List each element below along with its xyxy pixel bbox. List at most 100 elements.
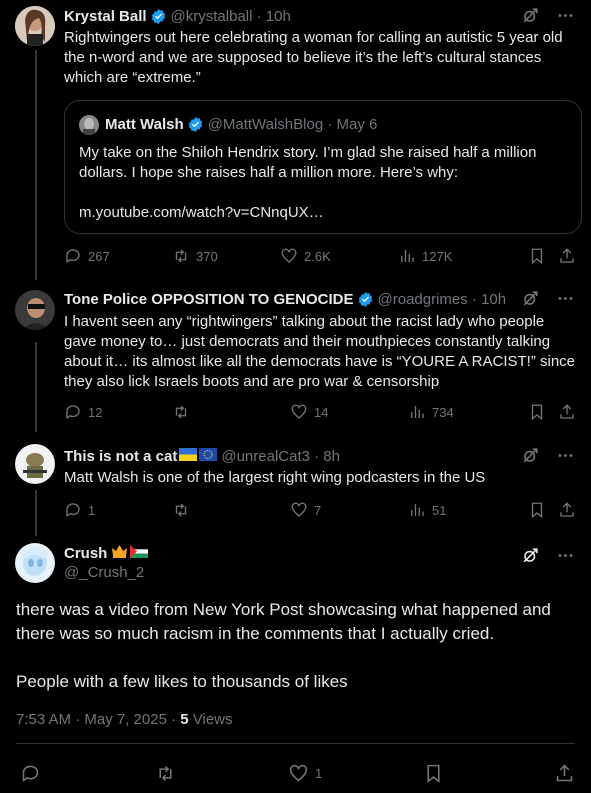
reply-icon bbox=[66, 503, 80, 517]
quoted-author-name: Matt Walsh bbox=[105, 116, 184, 133]
author-name[interactable]: Krystal Ball bbox=[64, 8, 147, 25]
verified-badge-icon bbox=[357, 291, 374, 308]
reply-count: 12 bbox=[88, 404, 103, 420]
post-text: Rightwingers out here celebrating a woma… bbox=[64, 29, 563, 86]
repost-icon bbox=[175, 405, 187, 419]
repost-icon bbox=[175, 249, 187, 263]
repost-button[interactable] bbox=[155, 763, 288, 784]
ukraine-flag-icon bbox=[179, 447, 198, 465]
avatar[interactable] bbox=[15, 290, 55, 330]
like-button[interactable]: 14 bbox=[290, 403, 408, 421]
heart-icon bbox=[281, 248, 297, 263]
repost-button[interactable] bbox=[172, 501, 290, 519]
like-count: 7 bbox=[314, 502, 322, 518]
author-handle[interactable]: @krystalball · 10h bbox=[171, 8, 291, 25]
share-icon bbox=[560, 404, 574, 419]
grok-icon[interactable] bbox=[521, 6, 540, 30]
repost-icon bbox=[159, 765, 172, 781]
more-options-icon[interactable] bbox=[556, 289, 575, 313]
post-tone-police[interactable]: Tone Police OPPOSITION TO GENOCIDE @road… bbox=[0, 280, 591, 432]
author-name[interactable]: Crush bbox=[64, 545, 107, 562]
share-button[interactable] bbox=[554, 763, 575, 784]
reply-count: 267 bbox=[88, 248, 110, 264]
like-button[interactable]: 1 bbox=[288, 763, 423, 784]
more-options-icon[interactable] bbox=[556, 446, 575, 470]
views-button[interactable]: 734 bbox=[408, 403, 528, 421]
bookmark-button[interactable] bbox=[423, 763, 554, 784]
reply-button[interactable]: 1 bbox=[64, 501, 172, 519]
views-icon bbox=[411, 504, 424, 516]
quoted-text: My take on the Shiloh Hendrix story. I’m… bbox=[79, 144, 537, 181]
like-count: 14 bbox=[314, 404, 329, 420]
bookmark-button[interactable] bbox=[528, 247, 558, 265]
heart-icon bbox=[291, 404, 307, 419]
author-name[interactable]: This is not a cat bbox=[64, 448, 177, 465]
views-count: 127K bbox=[422, 248, 453, 264]
reply-button[interactable] bbox=[20, 763, 155, 784]
views-count: 5 bbox=[180, 711, 189, 728]
repost-button[interactable]: 370 bbox=[172, 247, 280, 265]
like-button[interactable]: 7 bbox=[290, 501, 408, 519]
bookmark-button[interactable] bbox=[528, 501, 558, 519]
timestamp[interactable]: 7:53 AM · May 7, 2025 · bbox=[16, 711, 180, 728]
repost-icon bbox=[175, 503, 187, 517]
main-post: Crush @_Crush_2 there was a video from N… bbox=[0, 536, 591, 793]
views-label: Views bbox=[188, 711, 233, 728]
quoted-avatar bbox=[79, 115, 99, 135]
avatar[interactable] bbox=[15, 444, 55, 484]
reply-button[interactable]: 12 bbox=[64, 403, 172, 421]
bookmark-icon bbox=[531, 404, 543, 421]
views-count: 734 bbox=[432, 404, 454, 420]
more-options-icon[interactable] bbox=[556, 6, 575, 30]
reply-icon bbox=[66, 249, 80, 263]
repost-button[interactable] bbox=[172, 403, 290, 421]
views-button[interactable]: 127K bbox=[398, 247, 528, 265]
reply-icon bbox=[22, 765, 39, 781]
quoted-link[interactable]: m.youtube.com/watch?v=CNnqUX… bbox=[79, 203, 324, 223]
avatar-image bbox=[15, 444, 55, 484]
avatar[interactable] bbox=[15, 543, 55, 583]
crown-icon bbox=[111, 544, 128, 563]
palestine-flag-icon bbox=[130, 545, 149, 562]
post-krystal-ball[interactable]: Krystal Ball @krystalball · 10h Rightwin… bbox=[0, 0, 591, 280]
quoted-post[interactable]: Matt Walsh @MattWalshBlog · May 6 My tak… bbox=[64, 100, 582, 234]
bookmark-icon bbox=[427, 764, 440, 783]
views-icon bbox=[411, 406, 424, 418]
avatar[interactable] bbox=[15, 6, 55, 46]
eu-flag-icon bbox=[199, 447, 218, 465]
main-post-text-2: People with a few likes to thousands of … bbox=[16, 672, 348, 691]
author-handle[interactable]: @_Crush_2 bbox=[64, 564, 144, 581]
grok-icon[interactable] bbox=[521, 546, 540, 570]
heart-icon bbox=[289, 764, 308, 782]
author-name[interactable]: Tone Police OPPOSITION TO GENOCIDE bbox=[64, 291, 354, 308]
author-handle[interactable]: @unrealCat3 · 8h bbox=[221, 448, 340, 465]
share-button[interactable] bbox=[558, 247, 576, 265]
repost-count: 370 bbox=[196, 248, 218, 264]
post-text: I havent seen any “rightwingers” talking… bbox=[64, 313, 576, 390]
share-button[interactable] bbox=[558, 501, 576, 519]
grok-icon[interactable] bbox=[521, 446, 540, 470]
reply-button[interactable]: 267 bbox=[64, 247, 172, 265]
views-count: 51 bbox=[432, 502, 447, 518]
views-icon bbox=[401, 250, 414, 262]
reply-count: 1 bbox=[88, 502, 96, 518]
like-count: 1 bbox=[315, 765, 323, 781]
share-icon bbox=[560, 248, 574, 263]
like-count: 2.6K bbox=[304, 248, 331, 264]
post-text: Matt Walsh is one of the largest right w… bbox=[64, 469, 486, 486]
grok-icon[interactable] bbox=[521, 289, 540, 313]
author-handle[interactable]: @roadgrimes · 10h bbox=[378, 291, 507, 308]
post-not-a-cat[interactable]: This is not a cat @unrealCat3 · 8h Matt … bbox=[0, 432, 591, 536]
main-post-text: there was a video from New York Post sho… bbox=[16, 600, 551, 643]
bookmark-button[interactable] bbox=[528, 403, 558, 421]
views-button[interactable]: 51 bbox=[408, 501, 528, 519]
like-button[interactable]: 2.6K bbox=[280, 247, 398, 265]
share-button[interactable] bbox=[558, 403, 576, 421]
thread-line bbox=[35, 342, 37, 432]
share-icon bbox=[560, 502, 574, 517]
bookmark-icon bbox=[531, 248, 543, 265]
avatar-image bbox=[15, 543, 55, 583]
quoted-author-handle: @MattWalshBlog · May 6 bbox=[207, 116, 378, 133]
avatar-image bbox=[15, 290, 55, 330]
more-options-icon[interactable] bbox=[556, 546, 575, 570]
